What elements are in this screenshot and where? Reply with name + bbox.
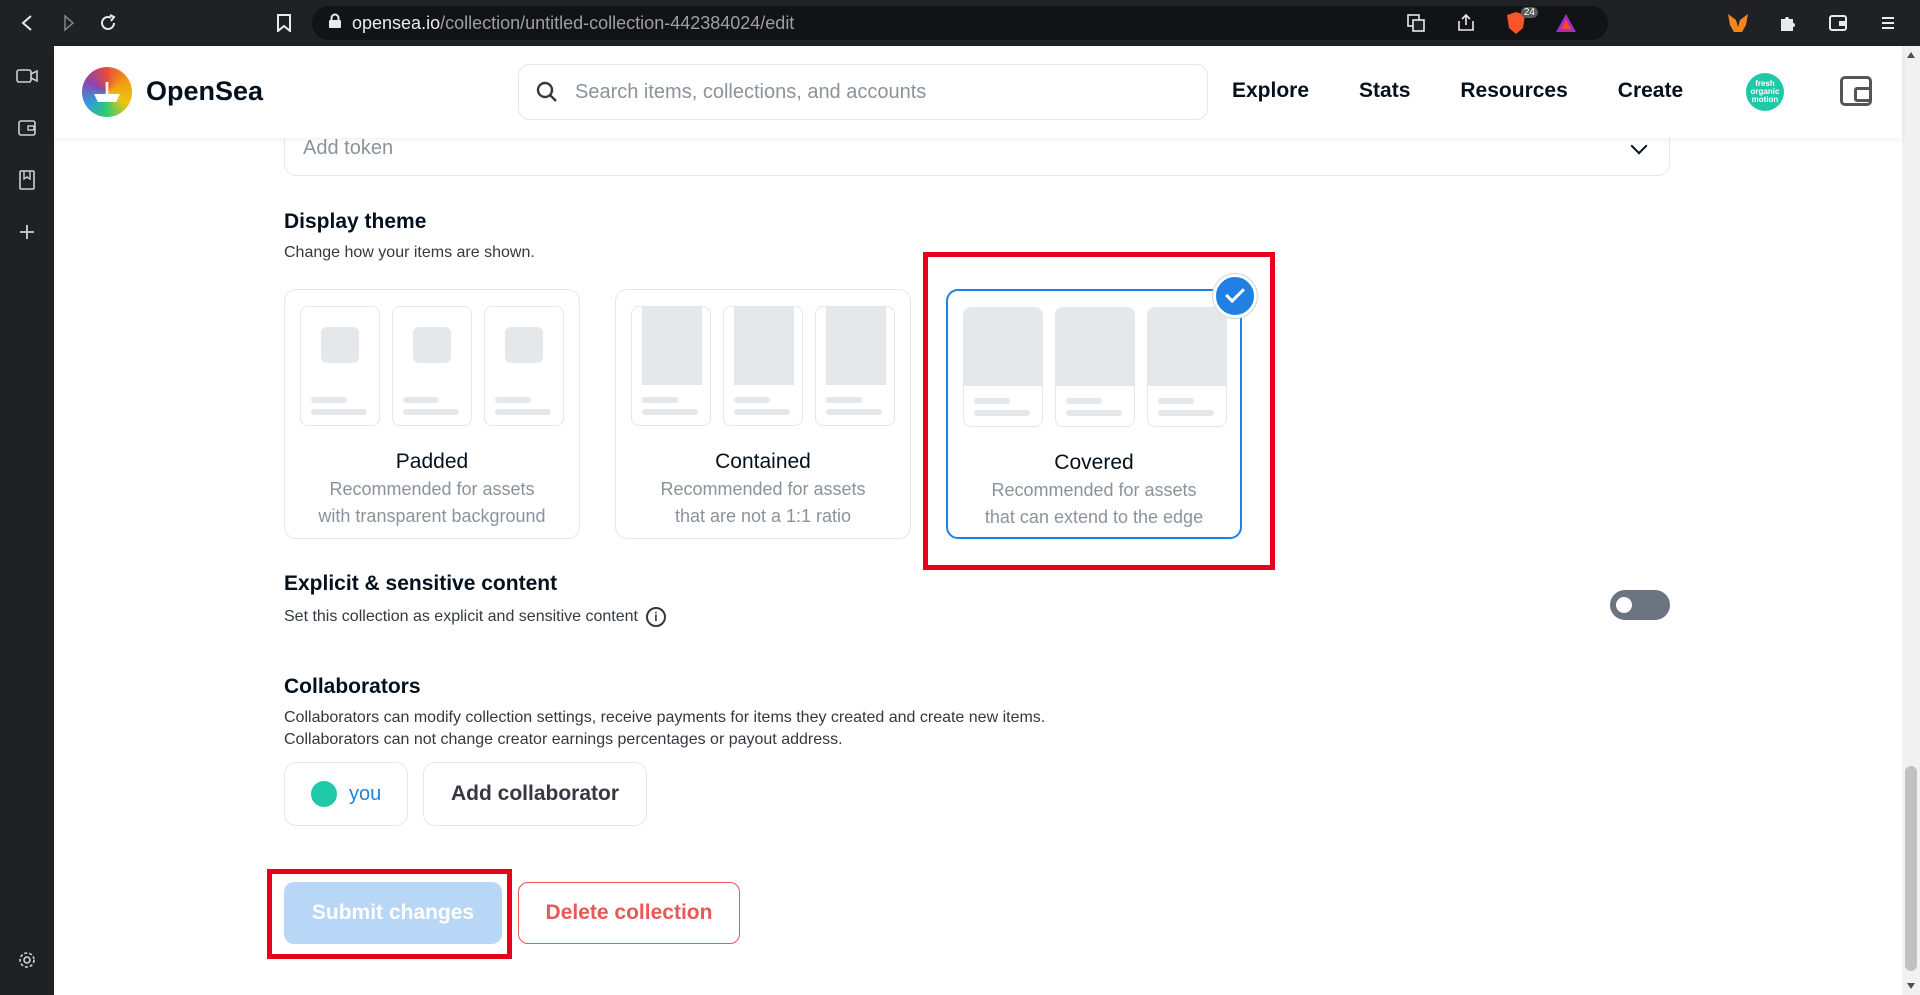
menu-icon[interactable] xyxy=(1874,9,1902,37)
explicit-subtitle: Set this collection as explicit and sens… xyxy=(284,606,666,628)
share-icon[interactable] xyxy=(1452,9,1480,37)
search-bar[interactable] xyxy=(518,64,1208,120)
translate-icon[interactable] xyxy=(1402,9,1430,37)
add-collaborator-button[interactable]: Add collaborator xyxy=(423,762,647,826)
collaborators-desc-2: Collaborators can not change creator ear… xyxy=(284,731,843,748)
collaborator-you-label: you xyxy=(349,782,382,805)
nav-resources[interactable]: Resources xyxy=(1460,79,1567,103)
profile-avatar[interactable]: fresh organic motion xyxy=(1746,73,1784,111)
browser-sidebar xyxy=(0,46,54,995)
avatar xyxy=(311,781,337,807)
preview-card xyxy=(300,306,380,426)
scroll-up-arrow[interactable] xyxy=(1907,52,1915,58)
explicit-title: Explicit & sensitive content xyxy=(284,572,558,595)
display-theme-title: Display theme xyxy=(284,210,427,233)
browser-toolbar: opensea.io/collection/untitled-collectio… xyxy=(0,0,1920,46)
bookmark-icon[interactable] xyxy=(270,9,298,37)
brave-rewards-icon[interactable] xyxy=(1552,9,1580,37)
video-icon[interactable] xyxy=(13,62,41,90)
theme-description: Recommended for assets that are not a 1:… xyxy=(660,479,866,526)
top-nav: Explore Stats Resources Create xyxy=(1232,79,1733,103)
theme-option-contained[interactable]: Contained Recommended for assets that ar… xyxy=(615,289,911,539)
brave-badge: 24 xyxy=(1520,7,1538,18)
chevron-down-icon xyxy=(1630,137,1648,155)
preview-card xyxy=(631,306,711,426)
opensea-logo[interactable] xyxy=(82,67,132,117)
extensions-puzzle-icon[interactable] xyxy=(1774,9,1802,37)
preview-card xyxy=(484,306,564,426)
settings-gear-icon[interactable] xyxy=(13,946,41,974)
highlight-box-theme xyxy=(923,252,1275,570)
display-theme-subtitle: Change how your items are shown. xyxy=(284,244,535,261)
wallet-side-icon[interactable] xyxy=(13,114,41,142)
url-text: opensea.io/collection/untitled-collectio… xyxy=(352,12,795,33)
search-input[interactable] xyxy=(575,80,1175,104)
brave-shield-icon[interactable]: 24 xyxy=(1502,7,1538,37)
nav-stats[interactable]: Stats xyxy=(1359,79,1410,103)
toggle-knob xyxy=(1616,597,1632,613)
theme-title: Contained xyxy=(715,450,811,473)
theme-description: Recommended for assets with transparent … xyxy=(318,479,546,526)
preview-card xyxy=(723,306,803,426)
theme-option-padded[interactable]: Padded Recommended for assets with trans… xyxy=(284,289,580,539)
search-icon xyxy=(535,80,559,104)
forward-icon[interactable] xyxy=(54,9,82,37)
submit-changes-button[interactable]: Submit changes xyxy=(284,882,502,944)
brand-name[interactable]: OpenSea xyxy=(146,76,263,107)
explicit-toggle[interactable] xyxy=(1610,590,1670,620)
scrollbar-thumb[interactable] xyxy=(1905,766,1917,971)
wallet-icon[interactable] xyxy=(1824,9,1852,37)
reload-icon[interactable] xyxy=(94,9,122,37)
metamask-icon[interactable] xyxy=(1724,9,1752,37)
collaborators-desc-1: Collaborators can modify collection sett… xyxy=(284,709,1046,726)
delete-collection-button[interactable]: Delete collection xyxy=(518,882,740,944)
preview-card xyxy=(392,306,472,426)
extension-icons: 24 xyxy=(1402,7,1902,37)
add-icon[interactable] xyxy=(13,218,41,246)
scroll-down-arrow[interactable] xyxy=(1907,983,1915,989)
info-icon[interactable]: i xyxy=(645,606,666,627)
lock-icon xyxy=(328,13,342,34)
wallet-icon[interactable] xyxy=(1840,76,1872,106)
site-header: OpenSea Explore Stats Resources Create f… xyxy=(54,46,1902,138)
add-token-placeholder: Add token xyxy=(303,137,394,159)
nav-explore[interactable]: Explore xyxy=(1232,79,1309,103)
nav-create[interactable]: Create xyxy=(1618,79,1683,103)
back-icon[interactable] xyxy=(14,9,42,37)
preview-card xyxy=(815,306,895,426)
reading-list-icon[interactable] xyxy=(13,166,41,194)
collaborator-you[interactable]: you xyxy=(284,762,408,826)
theme-title: Padded xyxy=(395,450,469,473)
collaborators-title: Collaborators xyxy=(284,675,421,698)
